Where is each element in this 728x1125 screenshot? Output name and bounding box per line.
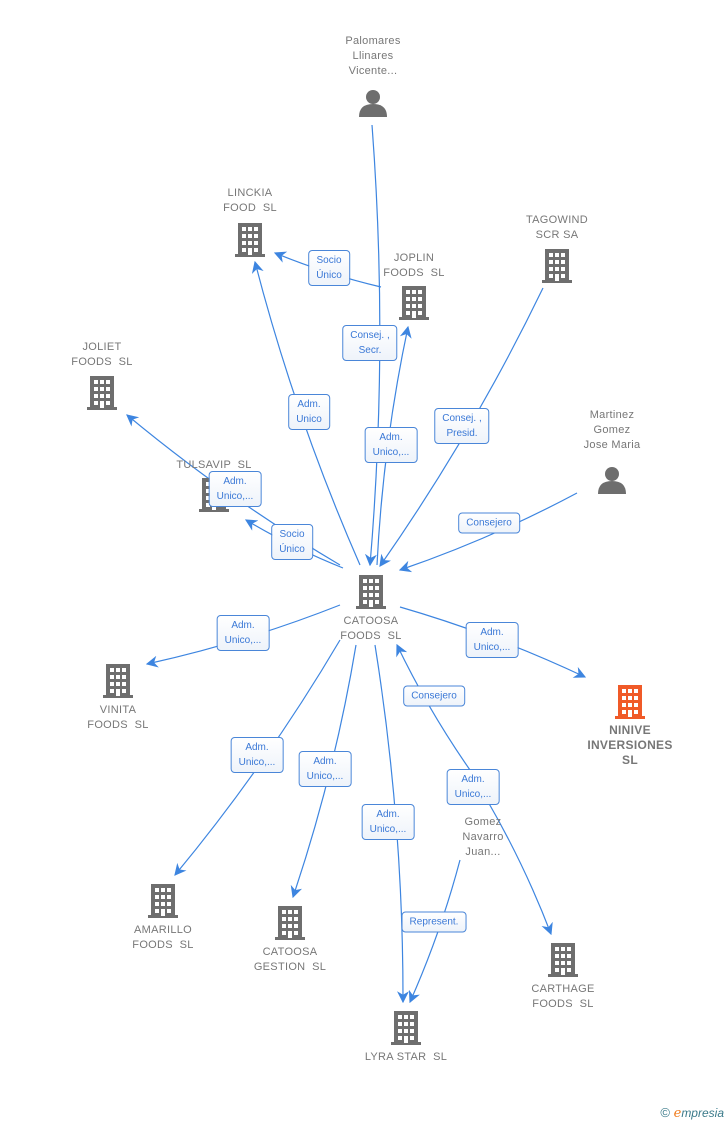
node-label-gomez[interactable]: Gomez Navarro Juan... bbox=[462, 815, 503, 860]
node-label-vinita[interactable]: VINITA FOODS SL bbox=[87, 703, 148, 733]
node-label-lyra[interactable]: LYRA STAR SL bbox=[365, 1050, 447, 1065]
person-icon[interactable] bbox=[598, 467, 626, 494]
edge-label[interactable]: Consej. , Presid. bbox=[434, 408, 490, 444]
node-label-ninive[interactable]: NINIVE INVERSIONES SL bbox=[587, 723, 672, 768]
edge-label[interactable]: Adm. Unico,... bbox=[465, 622, 519, 658]
building-icon[interactable] bbox=[391, 1011, 421, 1045]
building-icon[interactable] bbox=[399, 286, 429, 320]
node-label-catoosagestion[interactable]: CATOOSA GESTION SL bbox=[254, 945, 326, 975]
edge-label[interactable]: Adm. Unico bbox=[288, 394, 330, 430]
person-icon[interactable] bbox=[359, 90, 387, 117]
building-icon[interactable] bbox=[356, 575, 386, 609]
edge-label[interactable]: Adm. Unico,... bbox=[230, 737, 284, 773]
network-diagram: © empresia Consej. , Secr. Socio Único Adm… bbox=[0, 0, 728, 1125]
node-label-tagowind[interactable]: TAGOWIND SCR SA bbox=[526, 213, 588, 243]
node-label-tulsavip[interactable]: TULSAVIP SL bbox=[176, 458, 251, 473]
edge-label[interactable]: Consejero bbox=[458, 512, 520, 534]
building-icon[interactable] bbox=[542, 249, 572, 283]
node-label-carthage[interactable]: CARTHAGE FOODS SL bbox=[531, 982, 594, 1012]
building-icon[interactable] bbox=[235, 223, 265, 257]
edge-label[interactable]: Consejero bbox=[403, 685, 465, 707]
edge-label[interactable]: Adm. Unico,... bbox=[446, 769, 500, 805]
empresia-logo: © empresia bbox=[660, 1105, 724, 1121]
edge-gomez-catoosa bbox=[396, 643, 471, 771]
node-label-linckia[interactable]: LINCKIA FOOD SL bbox=[223, 186, 277, 216]
building-icon[interactable] bbox=[548, 943, 578, 977]
edge-label[interactable]: Adm. Unico,... bbox=[208, 471, 262, 507]
copyright-icon: © bbox=[660, 1105, 670, 1120]
edge-label[interactable]: Adm. Unico,... bbox=[216, 615, 270, 651]
building-icon[interactable] bbox=[615, 685, 645, 719]
building-icon[interactable] bbox=[148, 884, 178, 918]
building-icon[interactable] bbox=[87, 376, 117, 410]
node-label-catoosa[interactable]: CATOOSA FOODS SL bbox=[340, 614, 401, 644]
node-label-amarillo[interactable]: AMARILLO FOODS SL bbox=[132, 923, 193, 953]
edge-label[interactable]: Adm. Unico,... bbox=[361, 804, 415, 840]
building-icon[interactable] bbox=[275, 906, 305, 940]
node-label-joplin[interactable]: JOPLIN FOODS SL bbox=[383, 251, 444, 281]
building-icon[interactable] bbox=[103, 664, 133, 698]
edge-label[interactable]: Socio Único bbox=[308, 250, 350, 286]
diagram-canvas bbox=[87, 90, 645, 1045]
edge-label[interactable]: Adm. Unico,... bbox=[298, 751, 352, 787]
edge-label[interactable]: Adm. Unico,... bbox=[364, 427, 418, 463]
node-label-palomares[interactable]: Palomares Llinares Vicente... bbox=[345, 34, 400, 79]
edge-label[interactable]: Consej. , Secr. bbox=[342, 325, 398, 361]
edge-label[interactable]: Socio Único bbox=[271, 524, 313, 560]
node-label-joliet[interactable]: JOLIET FOODS SL bbox=[71, 340, 132, 370]
node-label-martinez[interactable]: Martinez Gomez Jose Maria bbox=[584, 408, 641, 453]
edge-label[interactable]: Represent. bbox=[401, 911, 467, 933]
